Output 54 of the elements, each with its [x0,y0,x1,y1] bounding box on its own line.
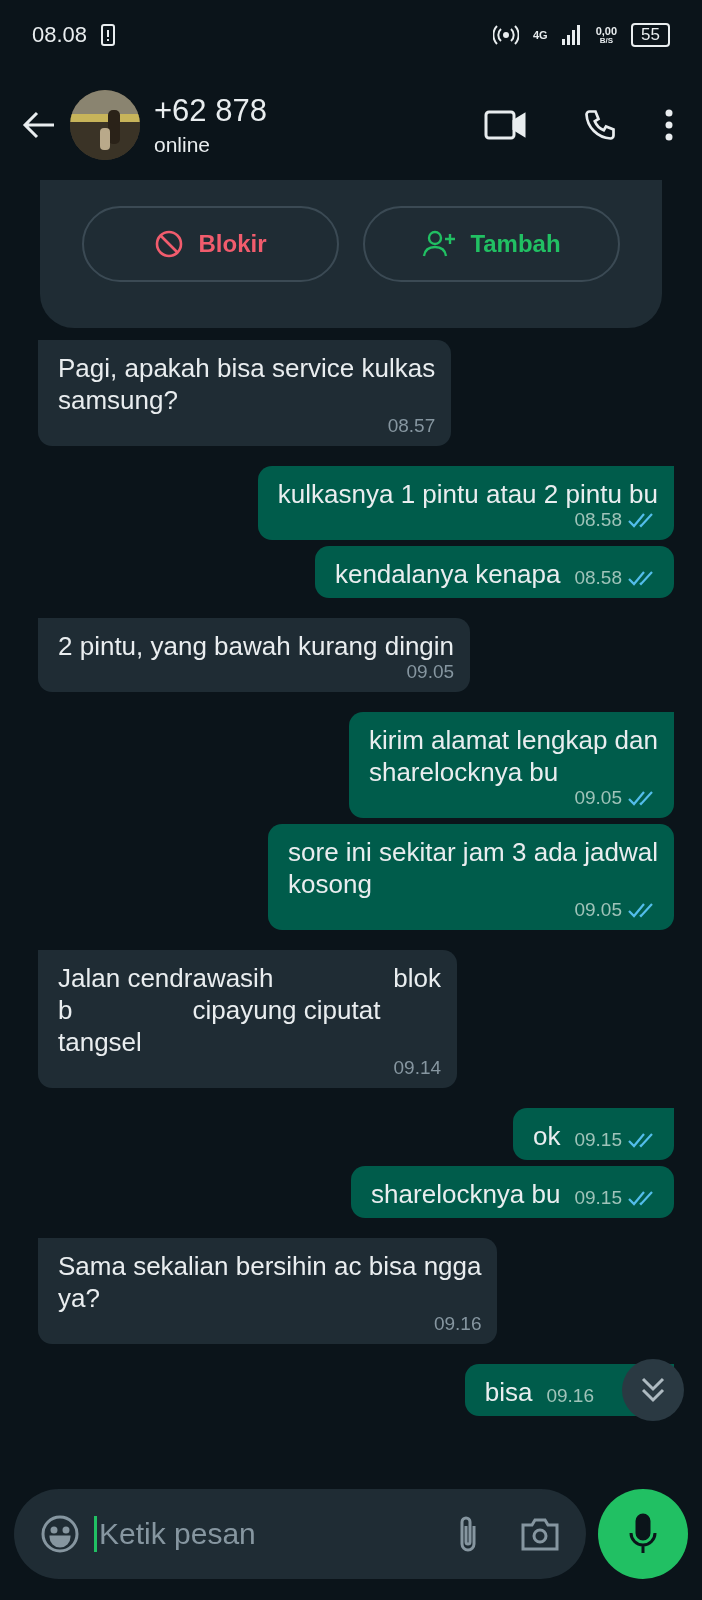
back-arrow-icon[interactable] [22,110,56,140]
message-text: samsung? [58,384,178,416]
message-time: 09.05 [574,898,622,922]
battery-level: 55 [631,23,670,47]
speed-unit: B/S [599,36,614,45]
message-text: kendalanya kenapa [334,558,561,590]
message-text: 2 pintu, yang bawah kurang dingin [58,630,455,662]
more-icon[interactable] [664,109,674,141]
message-time: 09.15 [574,1128,622,1152]
message-text: b [58,994,73,1026]
message-time: 08.58 [574,508,622,532]
message-text: kirim alamat lengkap dan [368,724,658,756]
camera-icon[interactable] [520,1516,560,1552]
message-text: cipayung ciputat [192,994,381,1026]
phone-alert-icon [101,24,116,46]
add-person-icon[interactable] [422,230,457,258]
message-text: kulkasnya 1 pintu atau 2 pintu bu [277,478,658,510]
microphone-icon[interactable] [628,1513,658,1555]
phone-icon[interactable] [582,107,618,143]
message-text: kosong [288,868,372,900]
message-input-field[interactable]: Ketik pesan [94,1516,442,1552]
signal-icon [561,25,582,45]
double-chevron-down-icon[interactable] [640,1375,666,1405]
message-text: sharelocknya bu [371,1178,561,1210]
video-camera-icon[interactable] [484,109,526,141]
message-time: 09.14 [393,1056,442,1080]
message-text: blok [393,962,442,994]
presence-status: online [154,133,212,157]
block-button[interactable]: Blokir [82,206,339,282]
message-field[interactable]: Ketik pesan [14,1489,586,1579]
hotspot-icon [492,25,519,45]
add-contact-button[interactable]: Tambah [363,206,620,282]
network-type: 4G [532,29,548,41]
message-text: sore ini sekitar jam 3 ada jadwal [288,836,658,868]
message-text: tangsel [58,1026,142,1058]
message-text: Pagi, apakah bisa service kulkas [58,352,436,384]
message-time: 09.16 [546,1384,594,1408]
clock-time: 08.08 [32,22,88,48]
message-text: ok [533,1120,561,1152]
message-text: bisa [484,1376,533,1408]
message-time: 09.15 [574,1186,622,1210]
message-time: 09.16 [433,1312,482,1336]
message-text: sharelocknya bu [368,756,559,788]
message-text: Sama sekalian bersihin ac bisa ngga [58,1250,482,1282]
data-speed: 0,00 [595,25,618,37]
message-text: Jalan cendrawasih [58,962,274,994]
contact-name[interactable]: +62 878 [154,93,436,129]
emoji-icon[interactable] [40,1514,80,1554]
message-text: ya? [58,1282,100,1314]
message-time: 08.58 [574,566,622,590]
message-time: 09.05 [574,786,622,810]
block-icon[interactable] [154,229,185,259]
message-time: 08.57 [387,414,436,438]
message-time: 09.05 [406,660,455,684]
